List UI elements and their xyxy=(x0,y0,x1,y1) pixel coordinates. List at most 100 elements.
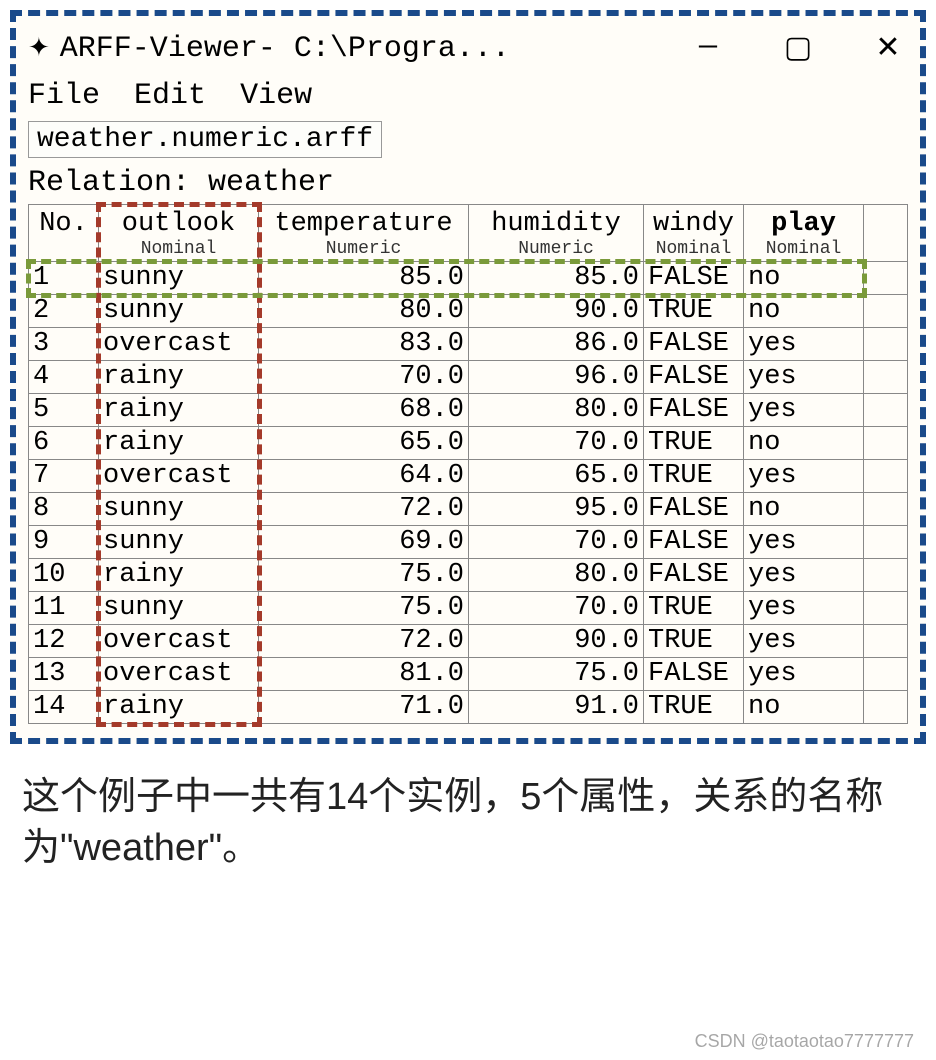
cell-play: no xyxy=(744,493,864,526)
cell-outlook: overcast xyxy=(99,658,259,691)
table-row[interactable]: 10rainy75.080.0FALSEyes xyxy=(29,559,908,592)
cell-outlook: sunny xyxy=(99,526,259,559)
cell-windy: FALSE xyxy=(644,262,744,295)
cell-temperature: 68.0 xyxy=(259,394,469,427)
cell-humidity: 86.0 xyxy=(469,328,644,361)
header-row: No. outlookNominal temperatureNumeric hu… xyxy=(29,205,908,262)
cell-temperature: 71.0 xyxy=(259,691,469,724)
minimize-button[interactable]: — xyxy=(688,30,728,67)
table-row[interactable]: 12overcast72.090.0TRUEyes xyxy=(29,625,908,658)
cell-outlook: sunny xyxy=(99,295,259,328)
cell-windy: TRUE xyxy=(644,460,744,493)
table-row[interactable]: 9sunny69.070.0FALSEyes xyxy=(29,526,908,559)
cell-outlook: rainy xyxy=(99,427,259,460)
cell-spacer xyxy=(864,658,908,691)
close-button[interactable]: ✕ xyxy=(868,30,908,67)
cell-humidity: 65.0 xyxy=(469,460,644,493)
cell-spacer xyxy=(864,394,908,427)
table-row[interactable]: 2sunny80.090.0TRUEno xyxy=(29,295,908,328)
cell-no: 13 xyxy=(29,658,99,691)
cell-humidity: 80.0 xyxy=(469,559,644,592)
cell-no: 9 xyxy=(29,526,99,559)
cell-play: yes xyxy=(744,559,864,592)
table-row[interactable]: 1sunny85.085.0FALSEno xyxy=(29,262,908,295)
cell-play: yes xyxy=(744,526,864,559)
cell-humidity: 96.0 xyxy=(469,361,644,394)
cell-temperature: 72.0 xyxy=(259,493,469,526)
data-table-wrap: No. outlookNominal temperatureNumeric hu… xyxy=(28,204,908,724)
cell-play: yes xyxy=(744,394,864,427)
menu-file[interactable]: File xyxy=(28,79,100,113)
col-header-outlook[interactable]: outlookNominal xyxy=(99,205,259,262)
table-row[interactable]: 8sunny72.095.0FALSEno xyxy=(29,493,908,526)
menu-edit[interactable]: Edit xyxy=(134,79,206,113)
table-row[interactable]: 13overcast81.075.0FALSEyes xyxy=(29,658,908,691)
cell-play: no xyxy=(744,295,864,328)
cell-outlook: sunny xyxy=(99,493,259,526)
cell-play: yes xyxy=(744,361,864,394)
cell-no: 1 xyxy=(29,262,99,295)
cell-outlook: sunny xyxy=(99,592,259,625)
col-header-humidity[interactable]: humidityNumeric xyxy=(469,205,644,262)
cell-humidity: 90.0 xyxy=(469,625,644,658)
cell-temperature: 75.0 xyxy=(259,559,469,592)
cell-humidity: 95.0 xyxy=(469,493,644,526)
file-tab[interactable]: weather.numeric.arff xyxy=(28,121,382,158)
cell-humidity: 70.0 xyxy=(469,427,644,460)
cell-windy: TRUE xyxy=(644,691,744,724)
cell-spacer xyxy=(864,262,908,295)
table-row[interactable]: 5rainy68.080.0FALSEyes xyxy=(29,394,908,427)
table-row[interactable]: 6rainy65.070.0TRUEno xyxy=(29,427,908,460)
titlebar[interactable]: ✦ ARFF-Viewer- C:\Progra... — ▢ ✕ xyxy=(24,24,912,77)
tab-area: weather.numeric.arff xyxy=(24,119,912,160)
cell-no: 2 xyxy=(29,295,99,328)
window-title: ARFF-Viewer- C:\Progra... xyxy=(60,32,510,66)
cell-no: 8 xyxy=(29,493,99,526)
cell-outlook: sunny xyxy=(99,262,259,295)
relation-label: Relation: weather xyxy=(24,160,912,202)
col-header-no[interactable]: No. xyxy=(29,205,99,262)
cell-no: 3 xyxy=(29,328,99,361)
cell-temperature: 70.0 xyxy=(259,361,469,394)
cell-no: 5 xyxy=(29,394,99,427)
table-row[interactable]: 4rainy70.096.0FALSEyes xyxy=(29,361,908,394)
app-icon: ✦ xyxy=(28,33,50,64)
cell-temperature: 81.0 xyxy=(259,658,469,691)
cell-humidity: 70.0 xyxy=(469,592,644,625)
cell-no: 6 xyxy=(29,427,99,460)
table-row[interactable]: 11sunny75.070.0TRUEyes xyxy=(29,592,908,625)
cell-windy: FALSE xyxy=(644,394,744,427)
cell-spacer xyxy=(864,559,908,592)
col-header-temperature[interactable]: temperatureNumeric xyxy=(259,205,469,262)
cell-play: yes xyxy=(744,592,864,625)
cell-windy: TRUE xyxy=(644,295,744,328)
cell-spacer xyxy=(864,328,908,361)
table-row[interactable]: 3overcast83.086.0FALSEyes xyxy=(29,328,908,361)
cell-windy: TRUE xyxy=(644,625,744,658)
cell-spacer xyxy=(864,460,908,493)
cell-temperature: 75.0 xyxy=(259,592,469,625)
cell-spacer xyxy=(864,625,908,658)
cell-no: 7 xyxy=(29,460,99,493)
table-row[interactable]: 7overcast64.065.0TRUEyes xyxy=(29,460,908,493)
table-row[interactable]: 14rainy71.091.0TRUEno xyxy=(29,691,908,724)
cell-spacer xyxy=(864,592,908,625)
cell-outlook: rainy xyxy=(99,691,259,724)
cell-humidity: 91.0 xyxy=(469,691,644,724)
menu-view[interactable]: View xyxy=(240,79,312,113)
cell-spacer xyxy=(864,526,908,559)
cell-temperature: 72.0 xyxy=(259,625,469,658)
cell-humidity: 75.0 xyxy=(469,658,644,691)
cell-outlook: overcast xyxy=(99,328,259,361)
cell-no: 14 xyxy=(29,691,99,724)
cell-temperature: 69.0 xyxy=(259,526,469,559)
cell-windy: FALSE xyxy=(644,361,744,394)
cell-outlook: rainy xyxy=(99,559,259,592)
maximize-button[interactable]: ▢ xyxy=(778,30,818,67)
cell-humidity: 85.0 xyxy=(469,262,644,295)
col-header-windy[interactable]: windyNominal xyxy=(644,205,744,262)
cell-windy: TRUE xyxy=(644,427,744,460)
col-header-play[interactable]: playNominal xyxy=(744,205,864,262)
cell-play: yes xyxy=(744,328,864,361)
cell-outlook: rainy xyxy=(99,394,259,427)
